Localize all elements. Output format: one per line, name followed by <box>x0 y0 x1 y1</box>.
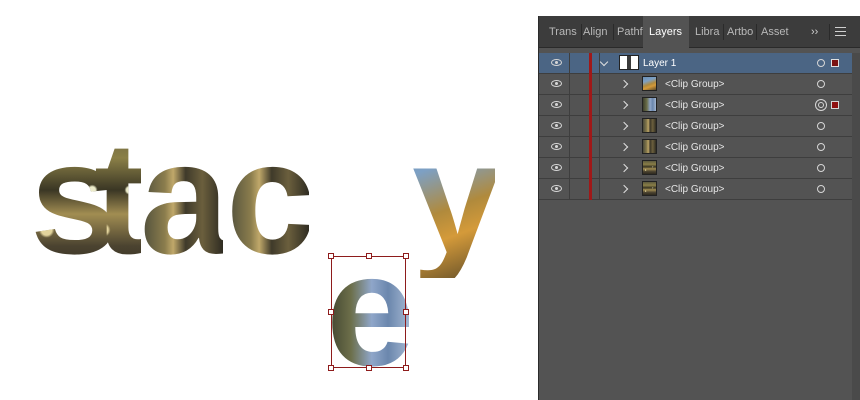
chevron-right-icon[interactable] <box>619 100 629 110</box>
chevron-right-icon[interactable] <box>619 184 629 194</box>
tab-overflow-icon[interactable]: ›› <box>811 16 827 48</box>
visibility-eye-icon[interactable] <box>551 101 562 108</box>
artboard-canvas[interactable]: s t a c y e <box>0 0 538 400</box>
column-divider <box>599 74 600 95</box>
layers-panel: Trans Align Pathf Layers Libra Artbo Ass… <box>538 16 860 400</box>
clip-group-name[interactable]: <Clip Group> <box>665 137 724 158</box>
chevron-right-icon[interactable] <box>619 79 629 89</box>
clip-group-thumbnail <box>642 76 657 91</box>
tab-assets[interactable]: Asset <box>761 16 791 48</box>
column-divider <box>599 116 600 137</box>
clip-group-row[interactable]: <Clip Group> <box>539 74 860 95</box>
clip-group-name[interactable]: <Clip Group> <box>665 116 724 137</box>
visibility-eye-icon[interactable] <box>551 59 562 66</box>
selection-indicator-square[interactable] <box>831 101 839 109</box>
column-divider <box>569 95 570 116</box>
chevron-down-icon[interactable] <box>599 57 609 67</box>
layers-list: Layer 1 <Clip Group> <Clip Group> <Clip … <box>539 53 860 200</box>
resize-handle-left[interactable] <box>328 309 334 315</box>
tab-divider <box>829 24 830 40</box>
letter-c-clip-group[interactable]: c <box>226 118 309 278</box>
clip-group-row[interactable]: <Clip Group> <box>539 95 860 116</box>
column-divider <box>599 95 600 116</box>
column-divider <box>569 116 570 137</box>
letter-y-clip-group[interactable]: y <box>412 118 501 278</box>
clip-group-row[interactable]: <Clip Group> <box>539 137 860 158</box>
visibility-eye-icon[interactable] <box>551 122 562 129</box>
visibility-eye-icon[interactable] <box>551 185 562 192</box>
tab-transform[interactable]: Trans <box>549 16 583 48</box>
selection-bounding-box[interactable] <box>328 253 409 371</box>
clip-group-name[interactable]: <Clip Group> <box>665 95 724 116</box>
column-divider <box>569 53 570 74</box>
resize-handle-right[interactable] <box>403 309 409 315</box>
layer-color-bar <box>589 95 592 116</box>
resize-handle-top-left[interactable] <box>328 253 334 259</box>
clip-group-thumbnail <box>642 139 657 154</box>
target-circle-icon[interactable] <box>817 164 825 172</box>
column-divider <box>599 53 600 74</box>
tab-align[interactable]: Align <box>583 16 617 48</box>
layer-color-bar <box>589 179 592 200</box>
tab-divider <box>581 24 582 40</box>
visibility-eye-icon[interactable] <box>551 164 562 171</box>
target-circle-icon[interactable] <box>817 185 825 193</box>
column-divider <box>599 158 600 179</box>
layer-thumbnail <box>619 55 639 70</box>
target-circle-icon[interactable] <box>817 122 825 130</box>
layer-color-bar <box>589 53 592 74</box>
panel-tab-bar: Trans Align Pathf Layers Libra Artbo Ass… <box>539 16 860 49</box>
column-divider <box>569 179 570 200</box>
layer-color-bar <box>589 74 592 95</box>
target-circle-icon[interactable] <box>817 80 825 88</box>
resize-handle-top-right[interactable] <box>403 253 409 259</box>
tab-divider <box>723 24 724 40</box>
column-divider <box>569 137 570 158</box>
chevron-right-icon[interactable] <box>619 121 629 131</box>
column-divider <box>599 137 600 158</box>
resize-handle-bottom-left[interactable] <box>328 365 334 371</box>
tab-pathfinder[interactable]: Pathf <box>617 16 643 48</box>
clip-group-thumbnail <box>642 181 657 196</box>
visibility-eye-icon[interactable] <box>551 143 562 150</box>
clip-group-row[interactable]: <Clip Group> <box>539 158 860 179</box>
tab-artboards[interactable]: Artbo <box>727 16 753 48</box>
target-circle-icon[interactable] <box>817 143 825 151</box>
column-divider <box>569 158 570 179</box>
column-divider <box>599 179 600 200</box>
chevron-right-icon[interactable] <box>619 163 629 173</box>
layer-color-bar <box>589 158 592 179</box>
layer-name[interactable]: Layer 1 <box>643 53 676 74</box>
resize-handle-bottom[interactable] <box>366 365 372 371</box>
layer-color-bar <box>589 137 592 158</box>
column-divider <box>569 74 570 95</box>
clip-group-thumbnail <box>642 160 657 175</box>
resize-handle-top[interactable] <box>366 253 372 259</box>
visibility-eye-icon[interactable] <box>551 80 562 87</box>
selection-indicator-square[interactable] <box>831 59 839 67</box>
tab-divider <box>756 24 757 40</box>
clip-group-thumbnail <box>642 118 657 133</box>
clip-group-row[interactable]: <Clip Group> <box>539 179 860 200</box>
resize-handle-bottom-right[interactable] <box>403 365 409 371</box>
tab-layers[interactable]: Layers <box>643 16 689 49</box>
clip-group-name[interactable]: <Clip Group> <box>665 179 724 200</box>
target-circle-icon[interactable] <box>817 59 825 67</box>
chevron-right-icon[interactable] <box>619 142 629 152</box>
layer-row-layer-1[interactable]: Layer 1 <box>539 53 860 74</box>
tab-divider <box>613 24 614 40</box>
clip-group-thumbnail <box>642 97 657 112</box>
letter-t-clip-group[interactable]: t <box>94 118 142 278</box>
clip-group-row[interactable]: <Clip Group> <box>539 116 860 137</box>
target-double-circle-icon[interactable] <box>815 99 827 111</box>
panel-menu-icon[interactable] <box>835 27 846 37</box>
letter-a-clip-group[interactable]: a <box>140 118 223 278</box>
tab-libraries[interactable]: Libra <box>695 16 721 48</box>
layer-color-bar <box>589 116 592 137</box>
clip-group-name[interactable]: <Clip Group> <box>665 158 724 179</box>
panel-scrollbar[interactable] <box>852 53 860 400</box>
clip-group-name[interactable]: <Clip Group> <box>665 74 724 95</box>
